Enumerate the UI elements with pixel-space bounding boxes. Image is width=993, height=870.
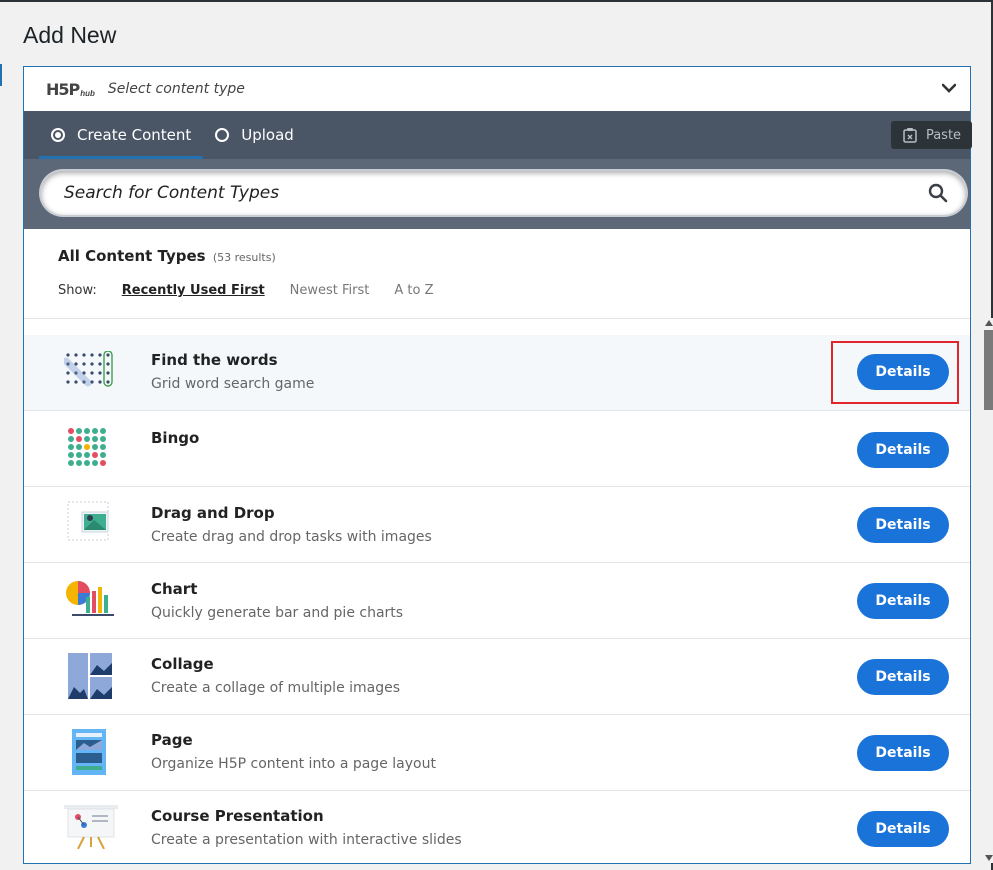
- h5p-hub-panel: H5P hub Select content type Create Conte…: [23, 66, 993, 864]
- results-title: All Content Types (53 results): [58, 247, 459, 265]
- paste-label: Paste: [925, 127, 962, 143]
- hub-header[interactable]: H5P hub Select content type: [24, 67, 970, 111]
- item-description: Quickly generate bar and pie charts: [151, 605, 404, 621]
- logo-sub: hub: [80, 88, 95, 98]
- details-button[interactable]: Details: [857, 432, 949, 468]
- details-button[interactable]: Details: [857, 811, 949, 847]
- details-button[interactable]: Details: [857, 659, 949, 695]
- item-title: Drag and Drop: [151, 504, 275, 522]
- item-description: Create a presentation with interactive s…: [151, 832, 462, 848]
- list-item[interactable]: Course Presentation Create a presentatio…: [24, 791, 970, 863]
- list-item[interactable]: Chart Quickly generate bar and pie chart…: [24, 563, 970, 639]
- tabs-bar: Create Content Upload Paste: [24, 111, 972, 159]
- course-presentation-icon: [64, 803, 118, 850]
- collage-icon: [64, 653, 116, 699]
- item-description: Create drag and drop tasks with images: [151, 529, 432, 545]
- details-button[interactable]: Details: [857, 507, 949, 543]
- details-button[interactable]: Details: [857, 735, 949, 771]
- list-item[interactable]: Drag and Drop Create drag and drop tasks…: [24, 487, 970, 563]
- sort-recently-used[interactable]: Recently Used First: [122, 283, 265, 298]
- tab-label: Upload: [241, 126, 294, 144]
- search-input[interactable]: [41, 171, 928, 215]
- list-item[interactable]: Page Organize H5P content into a page la…: [24, 715, 970, 791]
- list-item[interactable]: Collage Create a collage of multiple ima…: [24, 639, 970, 715]
- item-title: Page: [151, 731, 193, 749]
- tab-create-content[interactable]: Create Content: [39, 111, 204, 159]
- paste-button[interactable]: Paste: [891, 121, 972, 149]
- bingo-icon: [64, 426, 116, 472]
- tab-label: Create Content: [77, 126, 192, 144]
- details-button[interactable]: Details: [857, 583, 949, 619]
- show-label: Show:: [58, 283, 97, 298]
- scroll-thumb[interactable]: [984, 330, 993, 410]
- list-item[interactable]: Bingo Details: [24, 411, 970, 487]
- search-bar: [24, 159, 970, 229]
- search-field-wrapper: [41, 171, 966, 215]
- results-header: All Content Types (53 results) Show: Rec…: [58, 247, 459, 298]
- search-icon[interactable]: [928, 182, 950, 204]
- highlight-annotation: [831, 341, 959, 404]
- item-title: Chart: [151, 580, 198, 598]
- results-title-text: All Content Types: [58, 247, 206, 265]
- page-title: Add New: [23, 22, 117, 48]
- sort-options: Show: Recently Used First Newest First A…: [58, 283, 459, 298]
- scroll-up-icon[interactable]: [984, 318, 993, 328]
- tab-upload[interactable]: Upload: [203, 111, 306, 159]
- window-frame: [0, 0, 993, 2]
- admin-menu-accent: [0, 64, 2, 86]
- item-title: Course Presentation: [151, 807, 324, 825]
- page-icon: [64, 729, 116, 775]
- radio-selected-icon[interactable]: [51, 128, 65, 142]
- item-description: Grid word search game: [151, 376, 315, 392]
- item-title: Bingo: [151, 429, 200, 447]
- logo-text: H5P: [46, 79, 80, 99]
- radio-unselected-icon[interactable]: [215, 128, 230, 142]
- item-title: Collage: [151, 655, 214, 673]
- select-content-type-label: Select content type: [107, 81, 245, 97]
- find-the-words-icon: [62, 350, 116, 397]
- results-count: (53 results): [212, 251, 276, 264]
- chevron-down-icon[interactable]: [940, 79, 958, 97]
- list-item[interactable]: Find the words Grid word search game Det…: [24, 335, 970, 411]
- h5p-hub-logo: H5P hub: [46, 80, 95, 99]
- sort-newest-first[interactable]: Newest First: [290, 283, 370, 298]
- item-description: Create a collage of multiple images: [151, 680, 401, 696]
- item-title: Find the words: [151, 351, 278, 369]
- content-type-list: Find the words Grid word search game Det…: [24, 318, 970, 863]
- chart-icon: [64, 577, 116, 623]
- drag-and-drop-icon: [64, 500, 116, 546]
- item-description: Organize H5P content into a page layout: [151, 756, 436, 772]
- sort-a-to-z[interactable]: A to Z: [394, 283, 433, 298]
- scroll-down-icon[interactable]: [984, 853, 993, 863]
- clipboard-icon: [903, 128, 917, 143]
- list-scrollbar[interactable]: [984, 318, 993, 863]
